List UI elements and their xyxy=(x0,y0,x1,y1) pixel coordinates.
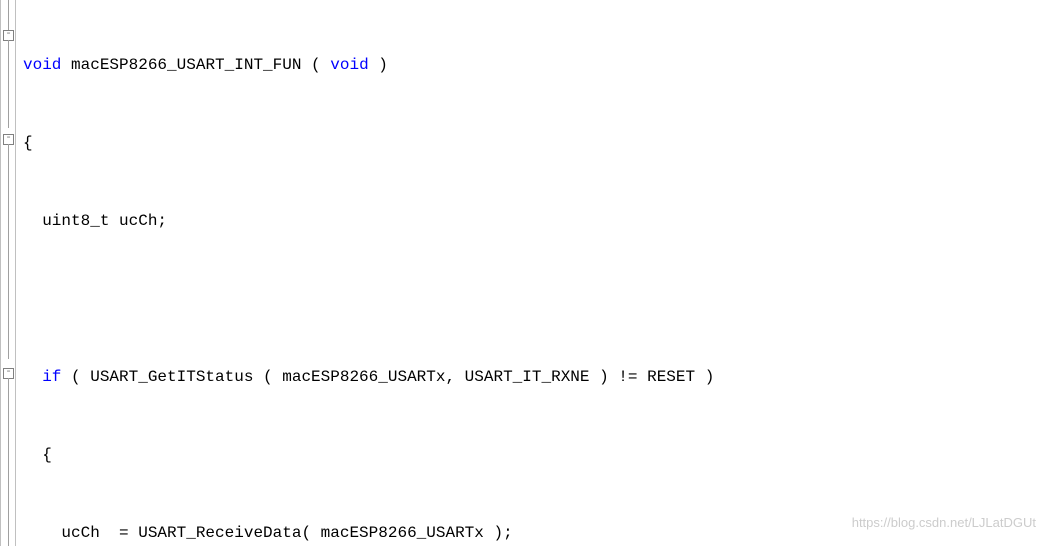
code-line[interactable]: if ( USART_GetITStatus ( macESP8266_USAR… xyxy=(19,364,1048,390)
code-line[interactable]: { xyxy=(19,130,1048,156)
code-line[interactable]: void macESP8266_USART_INT_FUN ( void ) xyxy=(19,52,1048,78)
keyword: void xyxy=(330,56,368,74)
code-line[interactable] xyxy=(19,286,1048,312)
fold-gutter: - - - xyxy=(1,0,16,546)
code-area[interactable]: void macESP8266_USART_INT_FUN ( void ) {… xyxy=(19,0,1048,546)
code-line[interactable]: { xyxy=(19,442,1048,468)
code-line[interactable]: uint8_t ucCh; xyxy=(19,208,1048,234)
identifier: macESP8266_USART_INT_FUN xyxy=(71,56,301,74)
code-line[interactable]: ucCh = USART_ReceiveData( macESP8266_USA… xyxy=(19,520,1048,546)
keyword: if xyxy=(42,368,61,386)
keyword: void xyxy=(23,56,61,74)
code-editor[interactable]: - - - void macESP8266_USART_INT_FUN ( vo… xyxy=(0,0,1048,546)
